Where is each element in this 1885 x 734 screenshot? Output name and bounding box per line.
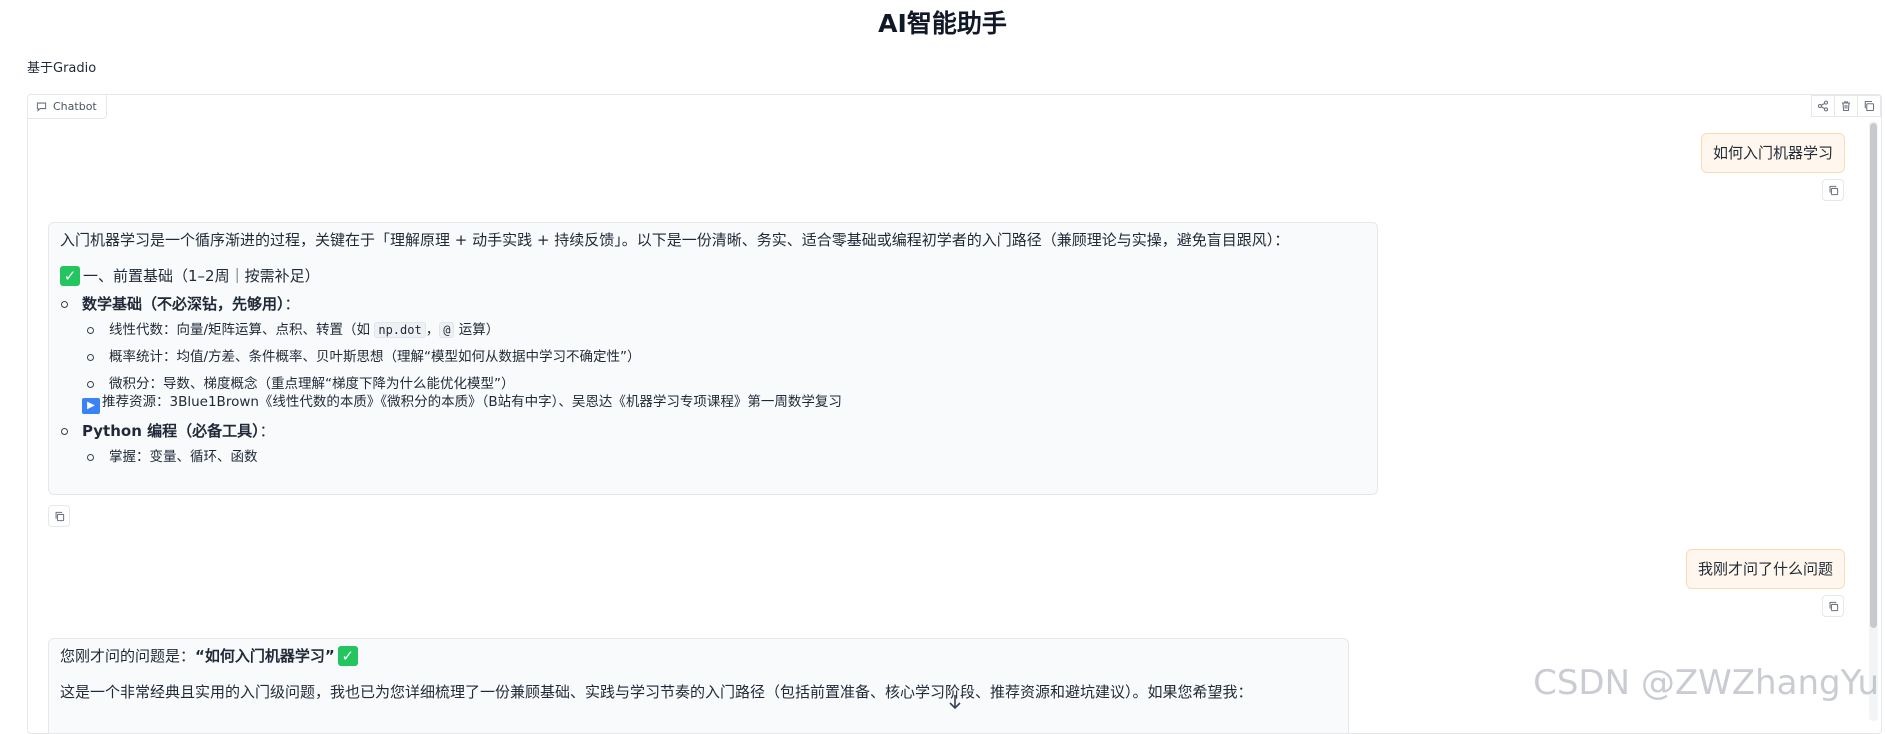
math-heading: 数学基础（不必深钻，先够用）: [82, 295, 285, 313]
outer-list: 数学基础（不必深钻，先够用）： 线性代数：向量/矩阵运算、点积、转置（如 np.…: [60, 293, 1366, 468]
chatbot-panel: Chatbot 如何入门机器学习 入门机器学习是一个循序渐进的过程，关键在于「理…: [27, 94, 1882, 734]
inner-list: 掌握：变量、循环、函数: [82, 446, 1366, 468]
scroll-to-bottom-button[interactable]: [945, 694, 965, 714]
chat-scrollbar-thumb[interactable]: [1870, 123, 1877, 628]
bot-message: 入门机器学习是一个循序渐进的过程，关键在于「理解原理 + 动手实践 + 持续反馈…: [48, 222, 1378, 495]
bot-answer-line: 您刚才问的问题是： “如何入门机器学习” ✓: [60, 645, 1337, 667]
chatbot-label: Chatbot: [28, 95, 107, 119]
user-message-text: 我刚才问了什么问题: [1697, 560, 1833, 578]
bot-answer-detail: 这是一个非常经典且实用的入门级问题，我也已为您详细梳理了一份兼顾基础、实践与学习…: [60, 683, 1253, 701]
answer-question: “如何入门机器学习”: [195, 647, 335, 665]
section-heading: ✓ 一、前置基础（1–2周｜按需补足）: [60, 265, 1366, 287]
python-heading: Python 编程（必备工具）: [82, 422, 260, 440]
resource-text: 推荐资源：3Blue1Brown《线性代数的本质》《微积分的本质》（B站有中字）…: [102, 394, 842, 410]
copy-icon: [1828, 597, 1839, 616]
share-button[interactable]: [1811, 95, 1835, 117]
play-icon: ▶: [82, 398, 100, 414]
answer-prefix: 您刚才问的问题是：: [60, 647, 196, 665]
python-item-text: 掌握：变量、循环、函数: [109, 449, 258, 465]
page-title: AI智能助手: [878, 9, 1007, 38]
list-item: 微积分：导数、梯度概念（重点理解“梯度下降为什么能优化模型”） ▶ 推荐资源：3B…: [82, 373, 1366, 414]
list-item: Python 编程（必备工具）： 掌握：变量、循环、函数: [60, 420, 1366, 468]
copy-message-button[interactable]: [48, 505, 70, 527]
trash-icon: [1840, 97, 1852, 116]
list-item: 概率统计：均值/方差、条件概率、贝叶斯思想（理解“模型如何从数据中学习不确定性”…: [82, 346, 1366, 368]
user-message-text: 如何入门机器学习: [1712, 144, 1833, 162]
bot-intro: 入门机器学习是一个循序渐进的过程，关键在于「理解原理 + 动手实践 + 持续反馈…: [60, 231, 1290, 249]
check-icon: ✓: [60, 266, 80, 286]
copy-icon: [54, 507, 65, 526]
section-heading-text: 一、前置基础（1–2周｜按需补足）: [83, 267, 320, 285]
copy-message-button[interactable]: [1822, 595, 1844, 617]
watermark: CSDN @ZWZhangYu: [1533, 663, 1879, 703]
list-item: 掌握：变量、循环、函数: [82, 446, 1366, 468]
linalg-text: 线性代数：向量/矩阵运算、点积、转置（如: [109, 322, 375, 338]
inline-code: np.dot: [374, 322, 426, 338]
chatbot-label-text: Chatbot: [53, 100, 97, 113]
page-subtitle: 基于Gradio: [27, 61, 97, 76]
bot-message: 您刚才问的问题是： “如何入门机器学习” ✓ 这是一个非常经典且实用的入门级问题，我…: [48, 638, 1349, 733]
copy-icon: [1828, 181, 1839, 200]
python-colon: ：: [259, 422, 275, 440]
chat-scrollbar[interactable]: [1869, 121, 1878, 721]
user-message: 我刚才问了什么问题: [1685, 549, 1845, 589]
clear-button[interactable]: [1834, 95, 1858, 117]
resource-line: ▶ 推荐资源：3Blue1Brown《线性代数的本质》《微积分的本质》（B站有中字…: [82, 392, 1366, 414]
check-icon: ✓: [337, 646, 358, 666]
chat-icon: [36, 101, 47, 112]
inner-list: 线性代数：向量/矩阵运算、点积、转置（如 np.dot， @ 运算） 概率统计：均…: [82, 319, 1366, 414]
list-item: 数学基础（不必深钻，先够用）： 线性代数：向量/矩阵运算、点积、转置（如 np.…: [60, 293, 1366, 414]
list-item: 线性代数：向量/矩阵运算、点积、转置（如 np.dot， @ 运算）: [82, 319, 1366, 341]
inline-code: @: [439, 322, 455, 338]
prob-text: 概率统计：均值/方差、条件概率、贝叶斯思想（理解“模型如何从数据中学习不确定性”…: [109, 349, 641, 365]
copy-all-button[interactable]: [1857, 95, 1881, 117]
copy-message-button[interactable]: [1822, 179, 1844, 201]
calc-text: 微积分：导数、梯度概念（重点理解“梯度下降为什么能优化模型”）: [109, 376, 515, 392]
linalg-sep: ，: [425, 322, 440, 338]
linalg-after: 运算）: [454, 322, 500, 338]
copy-icon: [1863, 97, 1875, 116]
share-icon: [1817, 97, 1829, 116]
math-colon: ：: [284, 295, 300, 313]
arrow-down-icon: [948, 694, 962, 714]
user-message: 如何入门机器学习: [1700, 133, 1845, 173]
chatbot-toolbar: [1811, 95, 1881, 117]
